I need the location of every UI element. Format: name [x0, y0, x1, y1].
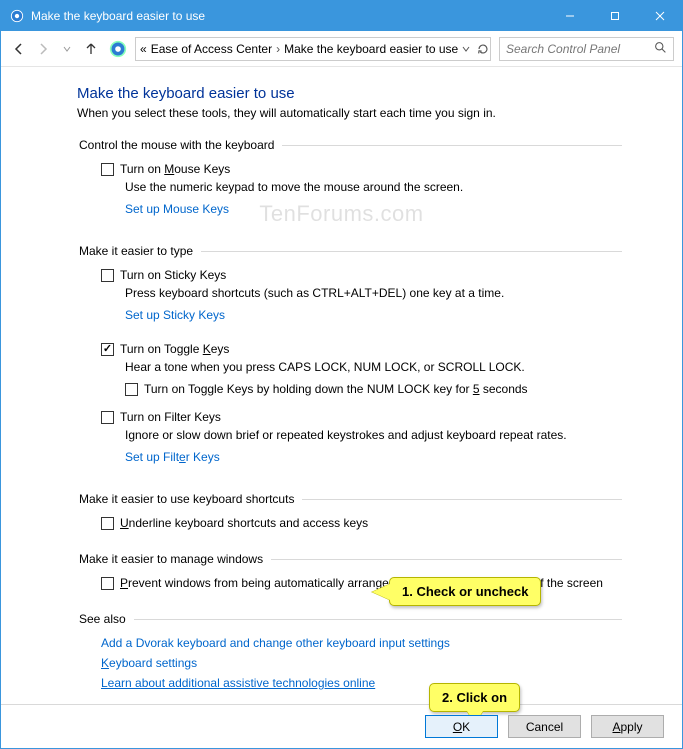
desc-filter-keys: Ignore or slow down brief or repeated ke… — [125, 428, 622, 442]
footer: 2. Click on OK Cancel Apply — [1, 704, 682, 748]
checkbox-mouse-keys[interactable] — [101, 163, 114, 176]
desc-sticky-keys: Press keyboard shortcuts (such as CTRL+A… — [125, 286, 622, 300]
group-shortcuts-legend: Make it easier to use keyboard shortcuts — [77, 492, 302, 506]
breadcrumb-dropdown-icon[interactable] — [462, 45, 470, 53]
group-mouse: Control the mouse with the keyboard Turn… — [77, 138, 622, 238]
group-type: Make it easier to type Turn on Sticky Ke… — [77, 244, 622, 486]
group-windows-legend: Make it easier to manage windows — [77, 552, 271, 566]
titlebar: Make the keyboard easier to use — [1, 1, 682, 31]
breadcrumb-item-ease[interactable]: Ease of Access Center — [151, 42, 272, 56]
maximize-button[interactable] — [592, 1, 637, 31]
label-sticky-keys[interactable]: Turn on Sticky Keys — [120, 268, 226, 282]
label-toggle-hold[interactable]: Turn on Toggle Keys by holding down the … — [144, 382, 528, 396]
desc-toggle-keys: Hear a tone when you press CAPS LOCK, NU… — [125, 360, 622, 374]
checkbox-prevent-arrange[interactable] — [101, 577, 114, 590]
cancel-button[interactable]: Cancel — [508, 715, 581, 738]
desc-mouse-keys: Use the numeric keypad to move the mouse… — [125, 180, 622, 194]
link-setup-sticky-keys[interactable]: Set up Sticky Keys — [125, 308, 225, 322]
link-setup-filter-keys[interactable]: Set up Filter Keys — [125, 450, 220, 464]
back-button[interactable] — [9, 39, 29, 59]
close-button[interactable] — [637, 1, 682, 31]
up-button[interactable] — [81, 39, 101, 59]
page-subtitle: When you select these tools, they will a… — [77, 106, 622, 120]
group-mouse-legend: Control the mouse with the keyboard — [77, 138, 282, 152]
search-input[interactable]: Search Control Panel — [499, 37, 674, 61]
label-filter-keys[interactable]: Turn on Filter Keys — [120, 410, 221, 424]
apply-button[interactable]: Apply — [591, 715, 664, 738]
breadcrumb-item-keyboard[interactable]: Make the keyboard easier to use — [284, 42, 458, 56]
annotation-click-on: 2. Click on — [429, 683, 520, 712]
breadcrumb-prefix[interactable]: « — [140, 42, 147, 56]
group-seealso: See also Add a Dvorak keyboard and chang… — [77, 612, 622, 704]
ok-button[interactable]: OK — [425, 715, 498, 738]
window-title: Make the keyboard easier to use — [31, 9, 547, 23]
chevron-right-icon: › — [276, 42, 280, 56]
checkbox-sticky-keys[interactable] — [101, 269, 114, 282]
search-icon — [654, 41, 667, 57]
group-type-legend: Make it easier to type — [77, 244, 201, 258]
content-area: TenForums.com Make the keyboard easier t… — [1, 67, 682, 704]
refresh-icon[interactable] — [476, 42, 490, 56]
page-title: Make the keyboard easier to use — [77, 85, 622, 102]
link-assistive-tech[interactable]: Learn about additional assistive technol… — [101, 676, 622, 690]
control-panel-icon — [9, 8, 25, 24]
annotation-check-uncheck: 1. Check or uncheck — [389, 577, 541, 606]
minimize-button[interactable] — [547, 1, 592, 31]
checkbox-toggle-hold[interactable] — [125, 383, 138, 396]
group-shortcuts: Make it easier to use keyboard shortcuts… — [77, 492, 622, 546]
search-placeholder: Search Control Panel — [506, 42, 620, 56]
navbar: « Ease of Access Center › Make the keybo… — [1, 31, 682, 67]
breadcrumb-icon — [109, 40, 127, 58]
forward-button[interactable] — [33, 39, 53, 59]
breadcrumb[interactable]: « Ease of Access Center › Make the keybo… — [135, 37, 491, 61]
label-mouse-keys[interactable]: Turn on Mouse Keys — [120, 162, 230, 176]
link-dvorak[interactable]: Add a Dvorak keyboard and change other k… — [101, 636, 622, 650]
checkbox-filter-keys[interactable] — [101, 411, 114, 424]
label-underline-shortcuts[interactable]: Underline keyboard shortcuts and access … — [120, 516, 368, 530]
label-toggle-keys[interactable]: Turn on Toggle Keys — [120, 342, 229, 356]
link-keyboard-settings[interactable]: Keyboard settings — [101, 656, 622, 670]
checkbox-underline-shortcuts[interactable] — [101, 517, 114, 530]
recent-dropdown[interactable] — [57, 39, 77, 59]
group-seealso-legend: See also — [77, 612, 134, 626]
link-setup-mouse-keys[interactable]: Set up Mouse Keys — [125, 202, 229, 216]
checkbox-toggle-keys[interactable] — [101, 343, 114, 356]
